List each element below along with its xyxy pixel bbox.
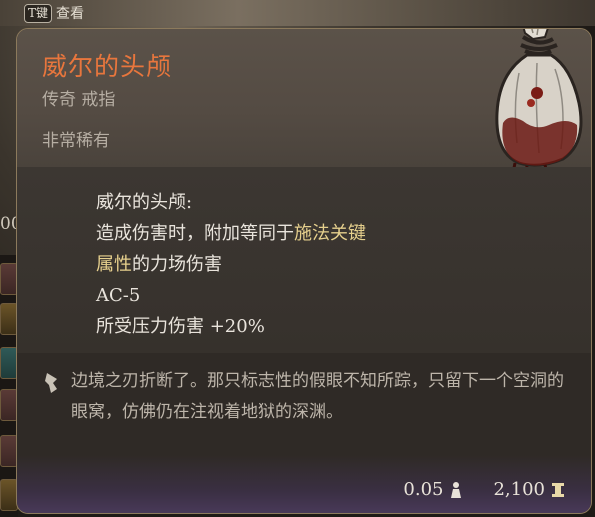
item-tooltip: 威尔的头颅 传奇 戒指 非常稀有 威尔的头颅: 造成伤害时，附加等同于施法关键 … (16, 28, 592, 514)
top-hint-bar: T键 查看 (24, 2, 84, 24)
lore-panel: 边境之刃折断了。那只标志性的假眼不知所踪，只留下一个空洞的眼窝，仿佛仍在注视着地… (17, 353, 591, 455)
keyword-attribute[interactable]: 属性 (96, 254, 132, 275)
keyword-spellcasting-ability[interactable]: 施法关键 (294, 223, 366, 244)
item-rarity: 非常稀有 (42, 131, 110, 151)
key-hint-badge: T键 (24, 3, 53, 23)
description-text: 造成伤害时，附加等同于 (96, 223, 294, 244)
lore-text: 边境之刃折断了。那只标志性的假眼不知所踪，只留下一个空洞的眼窝，仿佛仍在注视着地… (71, 371, 564, 422)
description-text: 的力场伤害 (132, 254, 222, 275)
item-value: 2,100 (493, 479, 545, 500)
description-panel: 威尔的头颅: 造成伤害时，附加等同于施法关键 属性的力场伤害 AC-5 所受压力… (17, 167, 591, 353)
weight-icon (451, 481, 462, 498)
item-type: 传奇 戒指 (42, 90, 116, 110)
description-line: 造成伤害时，附加等同于施法关键 (96, 218, 366, 249)
item-sack-icon (495, 29, 583, 173)
key-hint-label[interactable]: 查看 (56, 3, 84, 23)
item-weight: 0.05 (403, 479, 444, 500)
description-armor-class: AC-5 (96, 285, 141, 306)
gold-coin-icon (552, 482, 564, 497)
description-stress-damage: 所受压力伤害 +20% (96, 316, 265, 337)
description-title: 威尔的头颅: (96, 192, 193, 213)
item-name: 威尔的头颅 (42, 52, 173, 81)
quill-icon (45, 373, 57, 393)
description-line: 属性的力场伤害 (96, 249, 366, 280)
tooltip-footer: 0.05 2,100 (17, 455, 591, 513)
